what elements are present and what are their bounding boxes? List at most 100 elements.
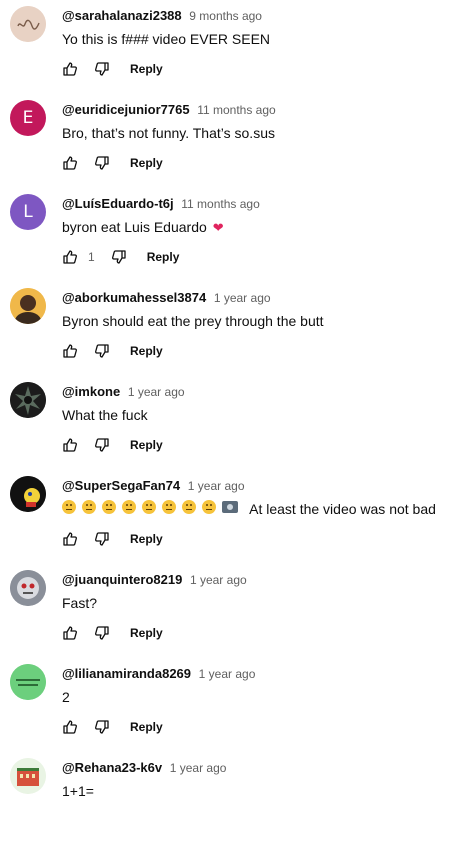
like-icon[interactable] (62, 249, 78, 265)
comment-text: Bro, that’s not funny. That’s so.sus (62, 125, 275, 141)
comment-header: @lilianamiranda8269 1 year ago (62, 666, 255, 682)
person-photo-icon (10, 288, 46, 324)
comment-item: @SuperSegaFan74 1 year ago At least the … (0, 470, 472, 564)
reply-button[interactable]: Reply (130, 720, 163, 734)
emoji-sequence (62, 500, 246, 514)
comment-time[interactable]: 11 months ago (181, 197, 260, 211)
building-cartoon-icon (10, 758, 46, 794)
comment-item: @juanquintero8219 1 year ago Fast? Reply (0, 564, 472, 658)
avatar[interactable] (10, 570, 46, 606)
comment-author[interactable]: @euridicejunior7765 (62, 102, 190, 117)
reply-button[interactable]: Reply (130, 156, 163, 170)
avatar[interactable] (10, 6, 46, 42)
comment-author[interactable]: @Rehana23-k6v (62, 760, 162, 775)
comment-author[interactable]: @SuperSegaFan74 (62, 478, 180, 493)
avatar[interactable]: E (10, 100, 46, 136)
comment-item: @imkone 1 year ago What the fuck Reply (0, 376, 472, 470)
reply-button[interactable]: Reply (147, 250, 180, 264)
like-icon[interactable] (62, 719, 78, 735)
green-logo-icon (10, 664, 46, 700)
comment-time[interactable]: 11 months ago (197, 103, 276, 117)
comment-text: What the fuck (62, 407, 148, 423)
comment-author[interactable]: @LuísEduardo-t6j (62, 196, 174, 211)
avatar[interactable] (10, 382, 46, 418)
avatar-letter: E (22, 108, 34, 128)
neutral-face-emoji-icon (182, 500, 196, 514)
comment-header: @juanquintero8219 1 year ago (62, 572, 247, 588)
like-icon[interactable] (62, 625, 78, 641)
comment-time[interactable]: 1 year ago (128, 385, 185, 399)
comment-item: L @LuísEduardo-t6j 11 months ago byron e… (0, 188, 472, 282)
comment-author[interactable]: @juanquintero8219 (62, 572, 182, 587)
neutral-face-emoji-icon (82, 500, 96, 514)
comment-header: @euridicejunior7765 11 months ago (62, 102, 276, 118)
avatar[interactable]: L (10, 194, 46, 230)
comment-header: @sarahalanazi2388 9 months ago (62, 8, 262, 24)
neutral-face-emoji-icon (202, 500, 216, 514)
avatar[interactable] (10, 288, 46, 324)
comment-author[interactable]: @aborkumahessel3874 (62, 290, 206, 305)
avatar-letter: L (23, 202, 33, 222)
like-icon[interactable] (62, 531, 78, 547)
comment-text: 1+1= (62, 783, 94, 799)
dislike-icon[interactable] (94, 343, 110, 359)
neutral-face-emoji-icon (62, 500, 76, 514)
like-icon[interactable] (62, 343, 78, 359)
comment-item: @Rehana23-k6v 1 year ago 1+1= (0, 752, 472, 846)
comment-actions: Reply (62, 530, 163, 548)
camera-flash-emoji-icon (222, 501, 238, 513)
comment-time[interactable]: 1 year ago (214, 291, 271, 305)
robot-face-icon (10, 570, 46, 606)
comment-actions: Reply (62, 624, 163, 642)
comment-text: Yo this is f### video EVER SEEN (62, 31, 271, 47)
comment-text: Fast? (62, 595, 98, 611)
dislike-icon[interactable] (94, 61, 110, 77)
neutral-face-emoji-icon (162, 500, 176, 514)
dislike-icon[interactable] (94, 625, 110, 641)
comment-author[interactable]: @sarahalanazi2388 (62, 8, 182, 23)
comment-actions: Reply (62, 436, 163, 454)
comment-author[interactable]: @imkone (62, 384, 120, 399)
comment-item: @sarahalanazi2388 9 months ago Yo this i… (0, 0, 472, 94)
comment-time[interactable]: 1 year ago (190, 573, 247, 587)
like-icon[interactable] (62, 155, 78, 171)
avatar[interactable] (10, 476, 46, 512)
comment-header: @aborkumahessel3874 1 year ago (62, 290, 271, 306)
reply-button[interactable]: Reply (130, 62, 163, 76)
comment-actions: 1 Reply (62, 248, 179, 266)
heart-emoji-icon: ❤ (212, 220, 224, 235)
comment-text: At least the video was not bad (62, 500, 436, 518)
avatar[interactable] (10, 758, 46, 794)
comment-item: @aborkumahessel3874 1 year ago Byron sho… (0, 282, 472, 376)
comment-header: @SuperSegaFan74 1 year ago (62, 478, 245, 494)
reply-button[interactable]: Reply (130, 344, 163, 358)
comment-text: byron eat Luis Eduardo ❤ (62, 218, 224, 237)
comment-header: @Rehana23-k6v 1 year ago (62, 760, 226, 776)
comment-author[interactable]: @lilianamiranda8269 (62, 666, 191, 681)
comment-list: @sarahalanazi2388 9 months ago Yo this i… (0, 0, 472, 846)
comment-time[interactable]: 1 year ago (188, 479, 245, 493)
reply-button[interactable]: Reply (130, 626, 163, 640)
neutral-face-emoji-icon (142, 500, 156, 514)
scribble-avatar-icon (10, 6, 46, 42)
dislike-icon[interactable] (111, 249, 127, 265)
comment-time[interactable]: 1 year ago (199, 667, 256, 681)
dislike-icon[interactable] (94, 437, 110, 453)
comment-text-body: byron eat Luis Eduardo (62, 219, 207, 235)
comment-text: Byron should eat the prey through the bu… (62, 313, 324, 329)
like-icon[interactable] (62, 61, 78, 77)
like-icon[interactable] (62, 437, 78, 453)
dislike-icon[interactable] (94, 531, 110, 547)
comment-time[interactable]: 1 year ago (170, 761, 227, 775)
dislike-icon[interactable] (94, 719, 110, 735)
dislike-icon[interactable] (94, 155, 110, 171)
comment-actions: Reply (62, 342, 163, 360)
reply-button[interactable]: Reply (130, 438, 163, 452)
comment-item: E @euridicejunior7765 11 months ago Bro,… (0, 94, 472, 188)
reply-button[interactable]: Reply (130, 532, 163, 546)
comment-actions: Reply (62, 154, 163, 172)
comment-time[interactable]: 9 months ago (189, 9, 262, 23)
avatar[interactable] (10, 664, 46, 700)
comment-actions: Reply (62, 718, 163, 736)
spiky-creature-icon (10, 382, 46, 418)
